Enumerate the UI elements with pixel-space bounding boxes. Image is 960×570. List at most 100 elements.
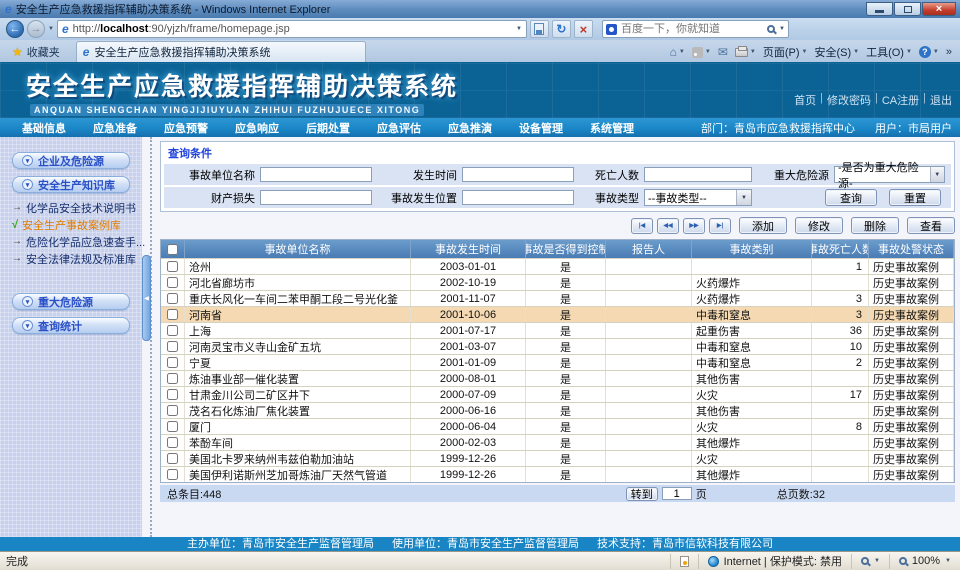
row-checkbox[interactable] [167,325,178,336]
table-row[interactable]: 厦门2000-06-04是火灾8历史事故案例 [161,418,954,434]
row-checkbox[interactable] [167,357,178,368]
accident-type-select[interactable]: --事故类型-- ▼ [644,189,752,206]
row-checkbox[interactable] [167,469,178,480]
row-checkbox[interactable] [167,341,178,352]
table-cell: 历史事故案例 [869,291,954,306]
search-box[interactable]: ▼ [602,20,789,38]
sidebar-collapse-handle[interactable]: ◀ [142,255,151,341]
page-menu[interactable]: 页面(P)▼ [763,44,808,60]
link-logout[interactable]: 退出 [930,92,952,108]
row-checkbox[interactable] [167,405,178,416]
major-hazard-select[interactable]: -是否为重大危险源- ▼ [834,166,945,183]
nav-item-evaluation[interactable]: 应急评估 [377,120,421,136]
table-row[interactable]: 重庆长风化一车间二苯甲酮工段二号光化釜2001-11-07是火药爆炸3历史事故案… [161,290,954,306]
sidebar-group-enterprise-hazard[interactable]: ▾ 企业及危险源 [12,152,130,169]
sidebar-group-knowledge-base[interactable]: ▾ 安全生产知识库 [12,176,130,193]
nav-item-response[interactable]: 应急响应 [235,120,279,136]
row-checkbox[interactable] [167,421,178,432]
row-checkbox[interactable] [167,389,178,400]
close-button[interactable]: × [922,2,956,16]
table-row[interactable]: 河南灵宝市义寺山金矿五坑2001-03-07是中毒和窒息10历史事故案例 [161,338,954,354]
url-dropdown-icon[interactable]: ▼ [516,26,522,32]
table-row[interactable]: 炼油事业部一催化装置2000-08-01是其他伤害历史事故案例 [161,370,954,386]
maximize-button[interactable] [894,2,921,16]
modify-button[interactable]: 修改 [795,217,843,234]
safety-menu[interactable]: 安全(S)▼ [814,44,859,60]
back-button[interactable]: ← [6,20,24,38]
row-checkbox[interactable] [167,373,178,384]
sidebar-item-accident-cases[interactable]: √ 安全生产事故案例库 [12,216,142,233]
table-row[interactable]: 河北省廊坊市2002-10-19是火药爆炸历史事故案例 [161,274,954,290]
search-input[interactable] [621,23,763,35]
next-page-button[interactable]: ▶▶ [683,218,705,234]
deaths-input[interactable] [644,167,752,182]
table-row[interactable]: 上海2001-07-17是起重伤害36历史事故案例 [161,322,954,338]
browser-tab[interactable]: e 安全生产应急救援指挥辅助决策系统 [76,41,366,62]
unit-name-input[interactable] [260,167,372,182]
prev-page-button[interactable]: ◀◀ [657,218,679,234]
row-checkbox[interactable] [167,293,178,304]
property-loss-input[interactable] [260,190,372,205]
refresh-button[interactable]: ↻ [552,20,571,38]
feeds-button[interactable]: ▼ [692,47,711,58]
table-row[interactable]: 美国北卡罗来纳州韦兹伯勒加油站1999-12-26是火灾历史事故案例 [161,450,954,466]
search-button[interactable]: 查询 [825,189,877,206]
occur-time-input[interactable] [462,167,574,182]
table-row[interactable]: 美国伊利诺斯州芝加哥炼油厂天然气管道1999-12-26是其他爆炸历史事故案例 [161,466,954,482]
stop-button[interactable]: × [574,20,593,38]
home-button[interactable]: ⌂▼ [670,45,685,59]
select-all-checkbox[interactable] [167,244,178,255]
search-dropdown-icon[interactable]: ▼ [779,26,785,32]
table-row[interactable]: 茂名石化炼油厂焦化装置2000-06-16是其他伤害历史事故案例 [161,402,954,418]
compatibility-view-button[interactable] [530,20,549,38]
compatibility-segment[interactable]: ▼ [851,554,889,569]
overflow-chevron-icon[interactable]: » [946,46,952,58]
forward-button[interactable]: → [27,20,45,38]
sidebar-item-emergency-quickref[interactable]: → 危险化学品应急速查手... [12,233,142,250]
nav-item-basic-info[interactable]: 基础信息 [22,120,66,136]
tools-menu[interactable]: 工具(O)▼ [866,44,912,60]
table-row[interactable]: 甘肃金川公司二矿区井下2000-07-09是火灾17历史事故案例 [161,386,954,402]
nav-item-preparedness[interactable]: 应急准备 [93,120,137,136]
nav-item-drill[interactable]: 应急推演 [448,120,492,136]
last-page-button[interactable]: ▶| [709,218,731,234]
first-page-button[interactable]: |◀ [631,218,653,234]
zoom-segment[interactable]: 100% ▼ [889,554,960,569]
url-field[interactable]: e http://localhost:90/yjzh/frame/homepag… [57,20,527,38]
sidebar-group-query-statistics[interactable]: ▾ 查询统计 [12,317,130,334]
table-row[interactable]: 河南省2001-10-06是中毒和窒息3历史事故案例 [161,306,954,322]
nav-item-system[interactable]: 系统管理 [590,120,634,136]
nav-item-early-warning[interactable]: 应急预警 [164,120,208,136]
nav-item-post-disposal[interactable]: 后期处置 [306,120,350,136]
reset-button[interactable]: 重置 [889,189,941,206]
location-input[interactable] [462,190,574,205]
mail-button[interactable]: ✉ [718,45,728,59]
add-button[interactable]: 添加 [739,217,787,234]
link-ca-register[interactable]: CA注册 [882,92,919,108]
favorites-button[interactable]: ★ 收藏夹 [4,42,68,62]
sidebar-item-laws-standards[interactable]: → 安全法律法规及标准库 [12,250,142,267]
table-row[interactable]: 苯酚车间2000-02-03是其他爆炸历史事故案例 [161,434,954,450]
delete-button[interactable]: 删除 [851,217,899,234]
row-checkbox[interactable] [167,277,178,288]
nav-item-equipment[interactable]: 设备管理 [519,120,563,136]
row-checkbox[interactable] [167,437,178,448]
help-menu[interactable]: ?▼ [919,46,939,58]
goto-page-button[interactable]: 转到 [626,487,658,501]
page-number-input[interactable] [662,487,692,500]
table-row[interactable]: 沧州2003-01-01是1历史事故案例 [161,258,954,274]
row-checkbox[interactable] [167,261,178,272]
table-row[interactable]: 宁夏2001-01-09是中毒和窒息2历史事故案例 [161,354,954,370]
link-home[interactable]: 首页 [794,92,816,108]
row-checkbox[interactable] [167,453,178,464]
address-bar: ← → ▼ e http://localhost:90/yjzh/frame/h… [0,18,960,40]
print-button[interactable]: ▼ [735,48,756,57]
history-dropdown-icon[interactable]: ▼ [48,26,54,32]
view-button[interactable]: 查看 [907,217,955,234]
sidebar-item-chemical-msds[interactable]: → 化学品安全技术说明书 [12,199,142,216]
search-icon[interactable] [767,25,775,33]
row-checkbox[interactable] [167,309,178,320]
link-change-password[interactable]: 修改密码 [827,92,871,108]
sidebar-group-major-hazard[interactable]: ▾ 重大危险源 [12,293,130,310]
minimize-button[interactable] [866,2,893,16]
